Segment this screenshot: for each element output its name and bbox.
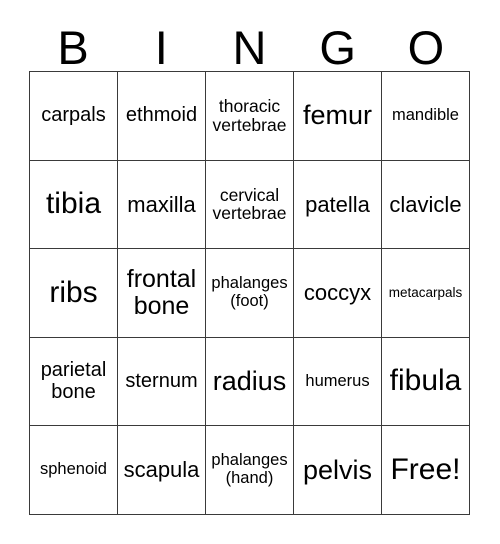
bingo-cell-r4c4[interactable]: humerus: [294, 337, 382, 427]
bingo-cell-label: phalanges (foot): [211, 274, 288, 310]
bingo-cell-label: radius: [212, 366, 287, 397]
bingo-cell-label: Free!: [390, 452, 461, 486]
bingo-cell-label: metacarpals: [388, 284, 463, 300]
bingo-cell-r3c5[interactable]: metacarpals: [382, 249, 470, 338]
bingo-cell-r5c1[interactable]: sphenoid: [30, 426, 118, 515]
bingo-cell-label: carpals: [41, 104, 106, 126]
bingo-cell-label: ethmoid: [125, 104, 198, 126]
bingo-cell-label: pelvis: [302, 454, 373, 485]
bingo-header: B I NGO: [29, 18, 470, 71]
bingo-cell-r5c3[interactable]: phalanges (hand): [206, 426, 294, 515]
bingo-cell-r2c2[interactable]: maxilla: [118, 160, 206, 250]
bingo-card: B I NGO carpals ethmoid thoracic vertebrae fe…: [0, 0, 500, 544]
bingo-cell-r3c3[interactable]: phalanges (foot): [206, 249, 294, 338]
bingo-cell-r1c2[interactable]: ethmoid: [118, 72, 206, 161]
bingo-cell-label: ribs: [49, 275, 98, 309]
bingo-cell-r4c2[interactable]: sternum: [118, 337, 206, 427]
bingo-cell-r4c3[interactable]: radius: [206, 337, 294, 427]
bingo-cell-label: thoracic vertebrae: [212, 95, 287, 135]
bingo-cell-r1c3[interactable]: thoracic vertebrae: [206, 72, 294, 161]
bingo-cell-r5c4[interactable]: pelvis: [294, 426, 382, 515]
bingo-header-letter-i: I: [154, 21, 168, 74]
bingo-cell-label: femur: [302, 100, 373, 131]
bingo-cell-r1c4[interactable]: femur: [294, 72, 382, 161]
bingo-cell-r1c5[interactable]: mandible: [382, 72, 470, 161]
bingo-header-letter-b: B: [57, 21, 89, 74]
bingo-header-letter-n: N: [232, 21, 267, 74]
bingo-cell-label: coccyx: [303, 280, 372, 306]
bingo-cell-r5c2[interactable]: scapula: [118, 426, 206, 515]
bingo-cell-label: sternum: [125, 369, 198, 392]
bingo-cell-label: maxilla: [127, 191, 196, 217]
bingo-cell-label: frontal bone: [126, 264, 197, 320]
bingo-cell-r2c1[interactable]: tibia: [30, 160, 118, 250]
bingo-cell-label: fibula: [389, 364, 462, 398]
bingo-cell-label: sphenoid: [40, 460, 107, 479]
bingo-cell-r3c2[interactable]: frontal bone: [118, 249, 206, 338]
bingo-cell-r2c3[interactable]: cervical vertebrae: [206, 160, 294, 250]
bingo-cell-label: scapula: [123, 457, 200, 483]
bingo-cell-label: tibia: [45, 187, 102, 221]
bingo-header-letter-g: G: [319, 21, 356, 74]
bingo-cell-label: parietal bone: [40, 359, 107, 403]
bingo-cell-r1c1[interactable]: carpals: [30, 72, 118, 161]
bingo-cell-r4c1[interactable]: parietal bone: [30, 337, 118, 427]
bingo-cell-r5c5[interactable]: Free!: [382, 426, 470, 515]
bingo-cell-label: clavicle: [389, 191, 462, 217]
bingo-header-letter-o: O: [407, 21, 445, 74]
bingo-cell-r2c5[interactable]: clavicle: [382, 160, 470, 250]
bingo-cell-label: patella: [305, 191, 370, 217]
bingo-cell-r3c4[interactable]: coccyx: [294, 249, 382, 338]
bingo-cell-r3c1[interactable]: ribs: [30, 249, 118, 338]
bingo-grid: carpals ethmoid thoracic vertebrae femur man…: [29, 71, 470, 515]
bingo-cell-label: phalanges (hand): [211, 451, 288, 488]
bingo-cell-r4c5[interactable]: fibula: [382, 337, 470, 427]
bingo-cell-label: humerus: [305, 371, 370, 390]
bingo-cell-label: cervical vertebrae: [212, 184, 287, 224]
bingo-cell-label: mandible: [392, 105, 459, 124]
bingo-cell-r2c4[interactable]: patella: [294, 160, 382, 250]
